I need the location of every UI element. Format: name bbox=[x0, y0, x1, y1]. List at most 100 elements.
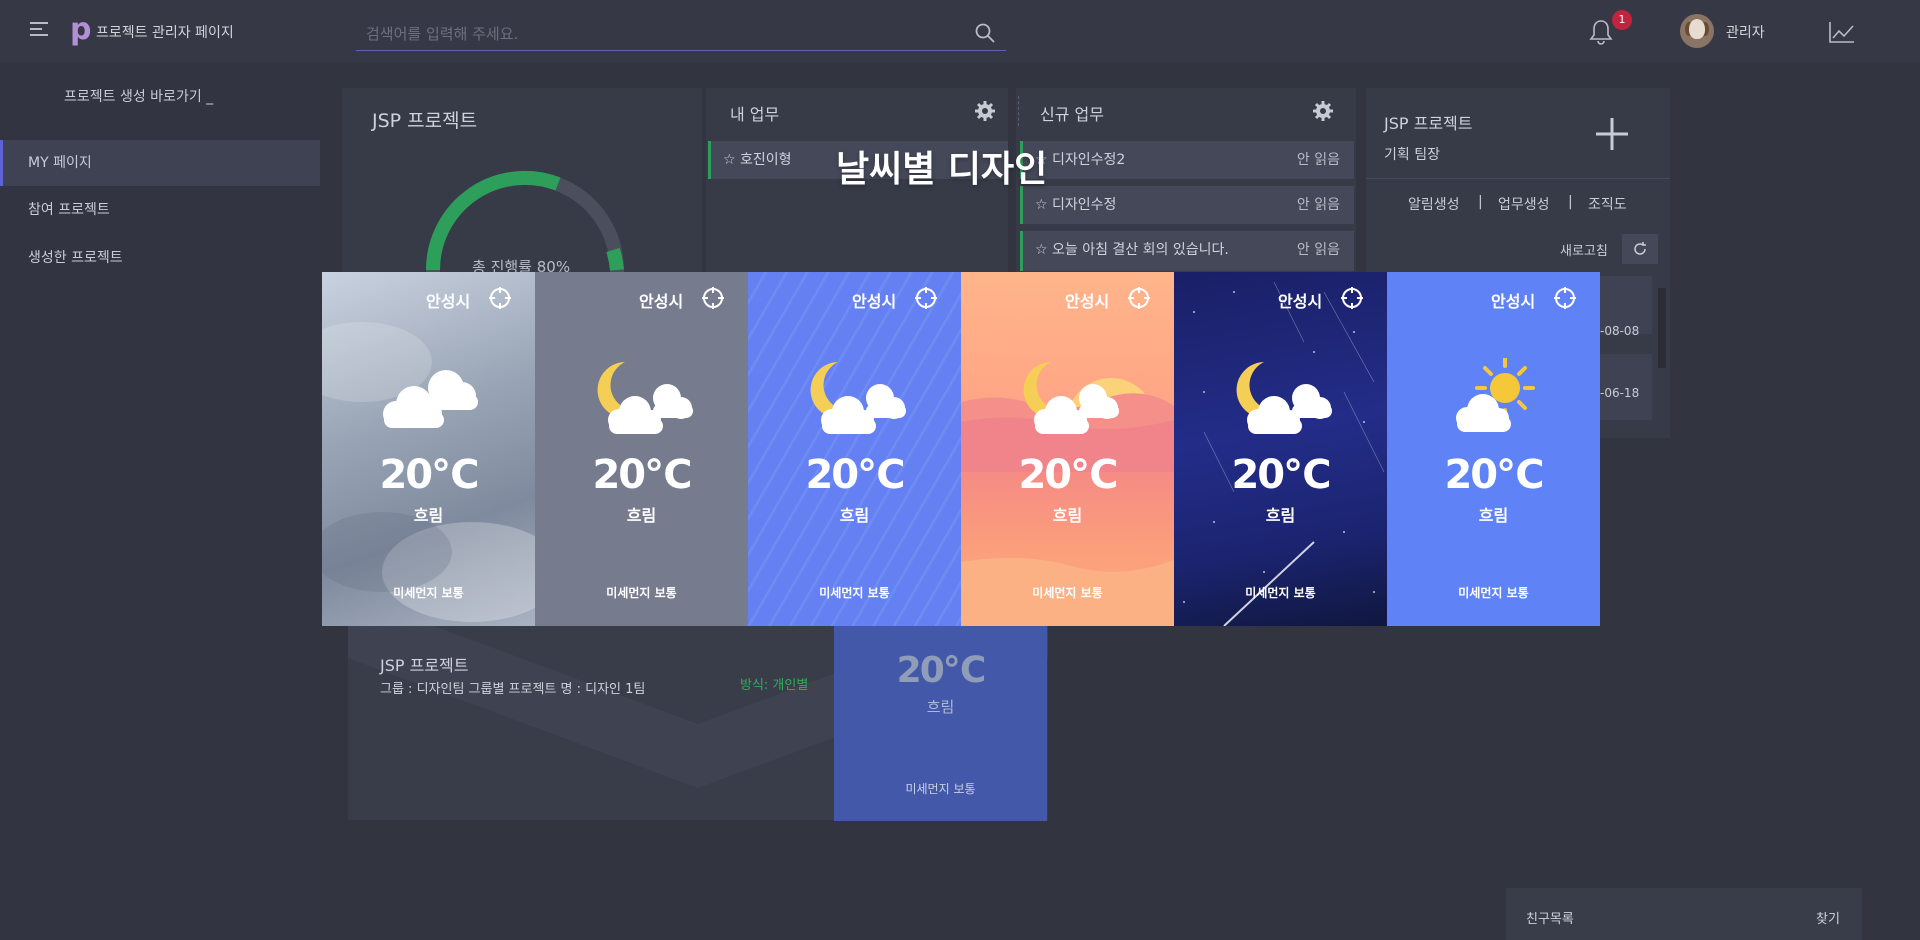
search-input[interactable] bbox=[364, 22, 958, 46]
temperature: 20℃ bbox=[1231, 452, 1331, 498]
city-name: 안성시 bbox=[852, 292, 897, 311]
scrollbar[interactable] bbox=[1658, 288, 1666, 368]
behind-temp: 20℃ bbox=[896, 650, 987, 691]
search-icon[interactable] bbox=[974, 22, 996, 44]
city-name: 안성시 bbox=[639, 292, 684, 311]
create-task-link[interactable]: 업무생성 bbox=[1498, 194, 1550, 214]
location-target-icon[interactable] bbox=[1553, 286, 1577, 310]
fine-dust-status: 미세먼지 보통 bbox=[819, 586, 890, 600]
temperature: 20℃ bbox=[805, 452, 905, 498]
bottom-project-method: 방식: 개인별 bbox=[740, 678, 809, 693]
refresh-icon bbox=[1634, 242, 1646, 255]
moon-cloud-icon bbox=[1023, 362, 1119, 434]
task-status: 안 읽음 bbox=[1296, 152, 1340, 168]
starry-sky bbox=[1183, 281, 1385, 626]
fine-dust-status: 미세먼지 보통 bbox=[393, 586, 464, 600]
location-target-icon[interactable] bbox=[488, 286, 512, 310]
logo-text: 프로젝트 관리자 페이지 bbox=[96, 25, 234, 41]
project-title: JSP 프로젝트 bbox=[372, 110, 478, 132]
cloudy-weather-icon bbox=[383, 370, 478, 428]
new-task-item[interactable]: ☆ 디자인수정 안 읽음 bbox=[1020, 186, 1354, 224]
location-target-icon[interactable] bbox=[914, 286, 938, 310]
fine-dust-status: 미세먼지 보통 bbox=[1245, 586, 1316, 600]
sidebar-item-my-page[interactable]: MY 페이지 bbox=[0, 140, 320, 186]
location-target-icon[interactable] bbox=[1340, 286, 1364, 310]
city-name: 안성시 bbox=[1065, 292, 1110, 311]
user-name[interactable]: 관리자 bbox=[1726, 22, 1765, 42]
location-target-icon[interactable] bbox=[701, 286, 725, 310]
task-label: ☆ 디자인수정2 bbox=[1035, 152, 1126, 168]
refresh-label[interactable]: 새로고침 bbox=[1560, 240, 1608, 259]
divider bbox=[1366, 178, 1670, 179]
separator: | bbox=[1568, 194, 1573, 210]
temperature: 20℃ bbox=[592, 452, 692, 498]
weather-card-night-gray[interactable]: 안성시 20℃ 흐림 미세먼지 보통 bbox=[535, 272, 748, 626]
task-label: ☆ 디자인수정 bbox=[1035, 197, 1117, 213]
gear-icon[interactable] bbox=[1312, 100, 1334, 122]
weather-card-sunny[interactable]: 안성시 20℃ 흐림 미세먼지 보통 bbox=[1387, 272, 1600, 626]
overlay-title: 날씨별 디자인 bbox=[836, 149, 1048, 190]
city-name: 안성시 bbox=[1491, 292, 1536, 311]
divider bbox=[1018, 96, 1020, 126]
sunset-scene bbox=[961, 378, 1174, 626]
fine-dust-status: 미세먼지 보통 bbox=[1458, 586, 1529, 600]
new-tasks-title: 신규 업무 bbox=[1040, 105, 1104, 124]
sun-cloud-icon bbox=[1456, 358, 1535, 432]
weather-card-rain[interactable]: 안성시 20℃ 흐림 미세먼지 보통 bbox=[748, 272, 961, 626]
sidebar-item-created-projects[interactable]: 생성한 프로젝트 bbox=[0, 235, 320, 281]
condition: 흐림 bbox=[1052, 506, 1083, 525]
avatar[interactable] bbox=[1680, 14, 1714, 48]
behind-dust: 미세먼지 보통 bbox=[905, 782, 976, 796]
logo-icon[interactable]: p bbox=[70, 14, 91, 46]
location-target-icon[interactable] bbox=[1127, 286, 1151, 310]
condition: 흐림 bbox=[1478, 506, 1509, 525]
temperature: 20℃ bbox=[1018, 452, 1118, 498]
gear-icon[interactable] bbox=[974, 100, 996, 122]
temperature: 20℃ bbox=[379, 452, 479, 498]
separator: | bbox=[1478, 194, 1483, 210]
behind-condition: 흐림 bbox=[926, 698, 955, 716]
org-chart-link[interactable]: 조직도 bbox=[1588, 194, 1627, 214]
weather-card-starry-night[interactable]: 안성시 20℃ 흐림 미세먼지 보통 bbox=[1174, 272, 1387, 626]
sidebar-item-joined-projects[interactable]: 참여 프로젝트 bbox=[0, 187, 320, 233]
condition: 흐림 bbox=[839, 506, 870, 525]
fine-dust-status: 미세먼지 보통 bbox=[606, 586, 677, 600]
task-status: 안 읽음 bbox=[1296, 242, 1340, 258]
bottom-project-desc: 그룹 : 디자인팀 그룹별 프로젝트 명 : 디자인 1팀 bbox=[380, 682, 646, 697]
condition: 흐림 bbox=[1265, 506, 1296, 525]
notification-badge: 1 bbox=[1612, 10, 1632, 30]
temperature: 20℃ bbox=[1444, 452, 1544, 498]
new-task-item[interactable]: ☆ 오늘 아침 결산 회의 있습니다. 안 읽음 bbox=[1020, 231, 1354, 271]
condition: 흐림 bbox=[626, 506, 657, 525]
new-task-item[interactable]: ☆ 디자인수정2 안 읽음 bbox=[1020, 141, 1354, 179]
chart-icon[interactable] bbox=[1828, 20, 1856, 44]
menu-icon[interactable] bbox=[30, 22, 48, 36]
task-label: ☆ 오늘 아침 결산 회의 있습니다. bbox=[1035, 242, 1229, 258]
moon-cloud-icon bbox=[597, 362, 693, 434]
moon-cloud-icon bbox=[810, 362, 906, 434]
cloud-texture bbox=[322, 322, 535, 622]
refresh-button[interactable] bbox=[1622, 234, 1658, 264]
item-date: -06-18 bbox=[1600, 386, 1640, 400]
bell-icon[interactable] bbox=[1588, 18, 1614, 46]
weather-card-cloudy[interactable]: 안성시 20℃ 흐림 미세먼지 보통 bbox=[322, 272, 535, 626]
plus-icon[interactable] bbox=[1594, 116, 1630, 152]
create-project-shortcut[interactable]: 프로젝트 생성 바로가기 _ bbox=[64, 86, 213, 106]
role-label: 기획 팀장 bbox=[1384, 147, 1440, 163]
create-alert-link[interactable]: 알림생성 bbox=[1408, 194, 1460, 214]
task-label: ☆ 호진이형 bbox=[723, 152, 792, 168]
weather-card-sunset[interactable]: 안성시 20℃ 흐림 미세먼지 보통 bbox=[961, 272, 1174, 626]
right-project-title: JSP 프로젝트 bbox=[1384, 114, 1473, 133]
fine-dust-status: 미세먼지 보통 bbox=[1032, 586, 1103, 600]
search-bar bbox=[356, 16, 1006, 51]
city-name: 안성시 bbox=[1278, 292, 1323, 311]
friends-title: 친구목록 bbox=[1526, 912, 1574, 927]
bottom-project-title: JSP 프로젝트 bbox=[380, 656, 469, 675]
item-date: -08-08 bbox=[1600, 324, 1640, 338]
my-tasks-title: 내 업무 bbox=[730, 105, 780, 124]
condition: 흐림 bbox=[413, 506, 444, 525]
task-status: 안 읽음 bbox=[1296, 197, 1340, 213]
moon-cloud-icon bbox=[1236, 362, 1332, 434]
find-friend-button[interactable]: 찾기 bbox=[1816, 908, 1840, 927]
behind-weather-card: 20℃ 흐림 미세먼지 보통 bbox=[834, 626, 1047, 821]
